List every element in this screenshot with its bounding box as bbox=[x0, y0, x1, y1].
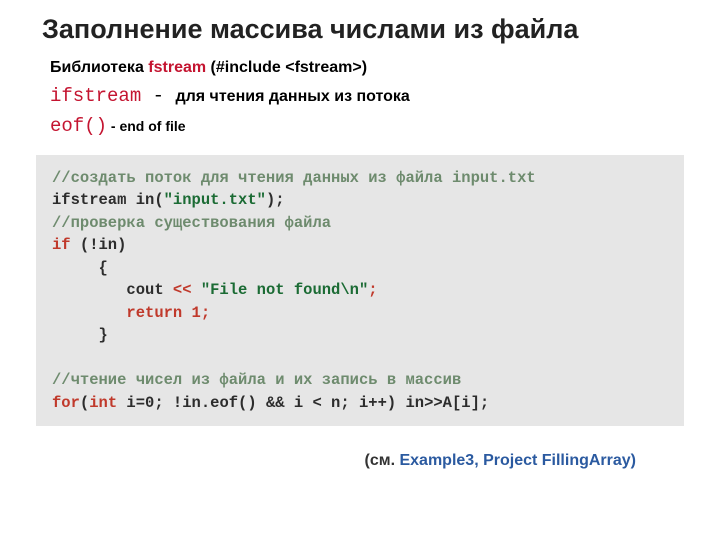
code-text: 1; bbox=[192, 304, 211, 322]
code-keyword: if bbox=[52, 236, 80, 254]
code-string: "File not found\n" bbox=[201, 281, 368, 299]
footer-a: (см. bbox=[365, 452, 396, 469]
code-text: ); bbox=[266, 191, 285, 209]
library-name: fstream bbox=[148, 59, 206, 76]
code-text: ( bbox=[80, 394, 89, 412]
code-keyword: return bbox=[52, 304, 192, 322]
library-line: Библиотека fstream (#include <fstream>) bbox=[50, 59, 684, 77]
code-keyword: for bbox=[52, 394, 80, 412]
ifstream-line: ifstream - для чтения данных из потока bbox=[50, 85, 684, 107]
code-operator: << bbox=[173, 281, 201, 299]
slide-title: Заполнение массива числами из файла bbox=[42, 14, 684, 45]
code-comment: //чтение чисел из файла и их запись в ма… bbox=[52, 371, 461, 389]
ifstream-kw: ifstream bbox=[50, 85, 141, 107]
footer-b: Example3, Project FillingArray) bbox=[395, 452, 636, 469]
library-lead: Библиотека bbox=[50, 59, 148, 76]
eof-line: eof() - end of file bbox=[50, 115, 684, 137]
code-text: } bbox=[52, 326, 108, 344]
code-text: ; bbox=[368, 281, 377, 299]
code-text: { bbox=[52, 259, 108, 277]
library-include: (#include <fstream>) bbox=[206, 59, 367, 76]
eof-kw: eof() bbox=[50, 115, 107, 137]
code-text: i=0; !in.eof() && i < n; i++) in>>A[i]; bbox=[117, 394, 489, 412]
code-comment: //проверка существования файла bbox=[52, 214, 331, 232]
ifstream-desc: для чтения данных из потока bbox=[175, 88, 409, 105]
code-keyword: int bbox=[89, 394, 117, 412]
code-text: cout bbox=[52, 281, 173, 299]
code-comment: //создать поток для чтения данных из фай… bbox=[52, 169, 536, 187]
code-text: (!in) bbox=[80, 236, 127, 254]
code-block: //создать поток для чтения данных из фай… bbox=[36, 155, 684, 426]
footer-note: (см. Example3, Project FillingArray) bbox=[36, 452, 636, 470]
ifstream-dash: - bbox=[141, 85, 175, 107]
code-string: "input.txt" bbox=[164, 191, 266, 209]
eof-desc: - end of file bbox=[107, 118, 186, 134]
code-text: ifstream in( bbox=[52, 191, 164, 209]
